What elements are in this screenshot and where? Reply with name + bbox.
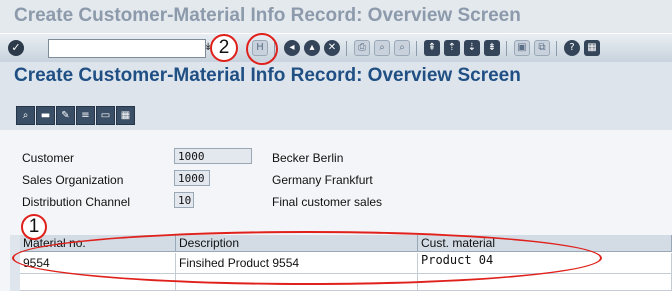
- callout-2: 2: [210, 34, 238, 62]
- customer-label: Customer: [22, 151, 75, 165]
- last-page-icon[interactable]: ⇟: [484, 40, 500, 56]
- distribution-channel-description: Final customer sales: [272, 195, 383, 209]
- toolbar-separator: [346, 41, 347, 56]
- texts-icon[interactable]: ▭: [96, 106, 115, 125]
- checkmark-icon[interactable]: ✓: [8, 40, 24, 56]
- screen-title-bar: Create Customer-Material Info Record: Ov…: [0, 62, 672, 90]
- display-icon[interactable]: ⌕: [16, 106, 35, 125]
- sales-org-field[interactable]: 1000: [174, 170, 210, 186]
- toolbar-separator: [416, 41, 417, 56]
- sales-org-description: Germany Frankfurt: [272, 173, 373, 187]
- exit-icon[interactable]: ▴: [304, 40, 320, 56]
- callout-1: 1: [21, 214, 47, 240]
- print-icon[interactable]: ⎙: [354, 40, 370, 56]
- cancel-icon[interactable]: ✕: [324, 40, 340, 56]
- shortcut-icon[interactable]: ⧉: [534, 40, 550, 56]
- distribution-channel-field[interactable]: 10: [174, 192, 194, 208]
- sales-org-label: Sales Organization: [22, 173, 124, 187]
- new-session-icon[interactable]: ▣: [514, 40, 530, 56]
- toolbar-separator: [506, 41, 507, 56]
- table-icon[interactable]: ▦: [116, 106, 135, 125]
- window-title: Create Customer-Material Info Record: Ov…: [14, 5, 521, 26]
- distribution-channel-label: Distribution Channel: [22, 195, 131, 209]
- list-icon[interactable]: ≡: [76, 106, 95, 125]
- highlight-ellipse-table: [12, 231, 602, 285]
- first-page-icon[interactable]: ⇞: [424, 40, 440, 56]
- next-page-icon[interactable]: ⇣: [464, 40, 480, 56]
- previous-page-icon[interactable]: ⇡: [444, 40, 460, 56]
- customer-field[interactable]: 1000: [174, 148, 252, 164]
- layout-menu-icon[interactable]: ▦: [584, 40, 600, 56]
- page-title: Create Customer-Material Info Record: Ov…: [14, 65, 521, 86]
- details-icon[interactable]: ▬: [36, 106, 55, 125]
- toolbar-separator: [556, 41, 557, 56]
- application-toolbar: ⌕ ▬ ✎ ≡ ▭ ▦: [0, 90, 672, 130]
- customer-description: Becker Berlin: [272, 151, 344, 165]
- window-title-bar: Create Customer-Material Info Record: Ov…: [0, 0, 672, 33]
- back-icon[interactable]: ◂: [284, 40, 300, 56]
- highlight-ellipse-save: [246, 33, 278, 65]
- find-next-icon[interactable]: ⌕: [394, 40, 410, 56]
- standard-toolbar: ✓ ↡ H ◂ ▴ ✕ ⎙ ⌕ ⌕ ⇞ ⇡ ⇣ ⇟ ▣ ⧉ ? ▦: [0, 33, 672, 63]
- help-icon[interactable]: ?: [564, 40, 580, 56]
- find-icon[interactable]: ⌕: [374, 40, 390, 56]
- command-field[interactable]: [48, 39, 206, 58]
- edit-icon[interactable]: ✎: [56, 106, 75, 125]
